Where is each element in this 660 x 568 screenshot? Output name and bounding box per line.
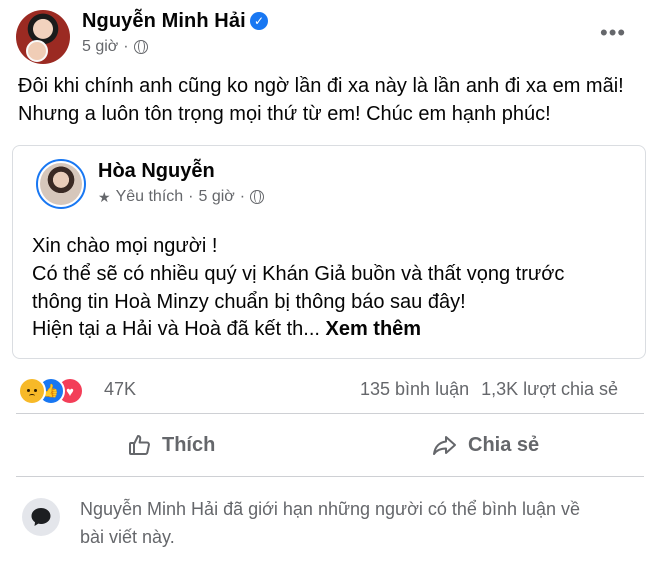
comment-bubble-icon <box>22 498 60 536</box>
shared-text-line: Hiện tại a Hải và Hoà đã kết th... <box>32 318 320 340</box>
divider <box>16 476 644 477</box>
share-button[interactable]: Chia sẻ <box>432 422 539 468</box>
post-text-line: Đôi khi chính anh cũng ko ngờ lần đi xa … <box>18 75 624 97</box>
dot-separator: · <box>239 188 246 205</box>
more-options-button[interactable]: ••• <box>600 22 626 44</box>
post-text-line: Nhưng a luôn tôn trọng mọi thứ từ em! Ch… <box>18 103 551 125</box>
globe-icon[interactable] <box>250 190 265 204</box>
dot-separator: · <box>123 38 129 55</box>
share-label: Chia sẻ <box>468 433 540 456</box>
sad-reaction-icon <box>18 377 46 405</box>
shared-author-avatar[interactable] <box>36 159 86 209</box>
dot-separator: · <box>188 188 194 205</box>
engagement-stats: 135 bình luận 1,3K lượt chia sẻ <box>360 379 618 400</box>
like-button[interactable]: Thích <box>128 422 215 468</box>
author-name[interactable]: Nguyễn Minh Hải <box>82 10 246 33</box>
post-time[interactable]: 5 giờ <box>82 38 118 56</box>
shared-text-line: Có thể sẽ có nhiều quý vị Khán Giả buồn … <box>32 263 565 285</box>
star-icon: ★ <box>98 188 111 205</box>
shared-text-line: thông tin Hoà Minzy chuẩn bị thông báo s… <box>32 291 466 313</box>
shared-post-text: Xin chào mọi người ! Có thể sẽ có nhiều … <box>32 232 564 316</box>
shared-post-time[interactable]: 5 giờ <box>199 188 235 206</box>
shared-text-truncated: Hiện tại a Hải và Hoà đã kết th... Xem t… <box>32 318 421 341</box>
see-more-link[interactable]: Xem thêm <box>326 318 422 340</box>
post-text: Đôi khi chính anh cũng ko ngờ lần đi xa … <box>18 72 648 128</box>
notice-line: Nguyễn Minh Hải đã giới hạn những người … <box>80 499 581 519</box>
shared-post-meta: ★ Yêu thích · 5 giờ · <box>98 188 265 206</box>
avatar-child <box>26 40 48 62</box>
notice-line: bài viết này. <box>80 527 175 547</box>
thumbs-up-icon <box>128 433 152 457</box>
verified-badge-icon: ✓ <box>250 12 268 30</box>
divider <box>16 413 644 414</box>
globe-icon[interactable] <box>133 40 148 54</box>
share-arrow-icon <box>432 433 458 457</box>
shared-author-name[interactable]: Hòa Nguyễn <box>98 160 215 183</box>
favorite-label: Yêu thích <box>115 188 184 205</box>
post-meta: 5 giờ · <box>82 38 148 56</box>
reaction-count[interactable]: 47K <box>104 379 136 400</box>
shared-avatar-photo <box>40 163 82 205</box>
shared-text-line: Xin chào mọi người ! <box>32 235 218 257</box>
share-count[interactable]: 1,3K lượt chia sẻ <box>481 379 618 400</box>
comment-count[interactable]: 135 bình luận <box>360 379 469 400</box>
reaction-icons[interactable]: 👍 ♥ <box>18 377 98 405</box>
author-avatar[interactable] <box>16 10 70 64</box>
comment-restriction-notice: Nguyễn Minh Hải đã giới hạn những người … <box>80 495 650 551</box>
like-label: Thích <box>162 433 216 456</box>
